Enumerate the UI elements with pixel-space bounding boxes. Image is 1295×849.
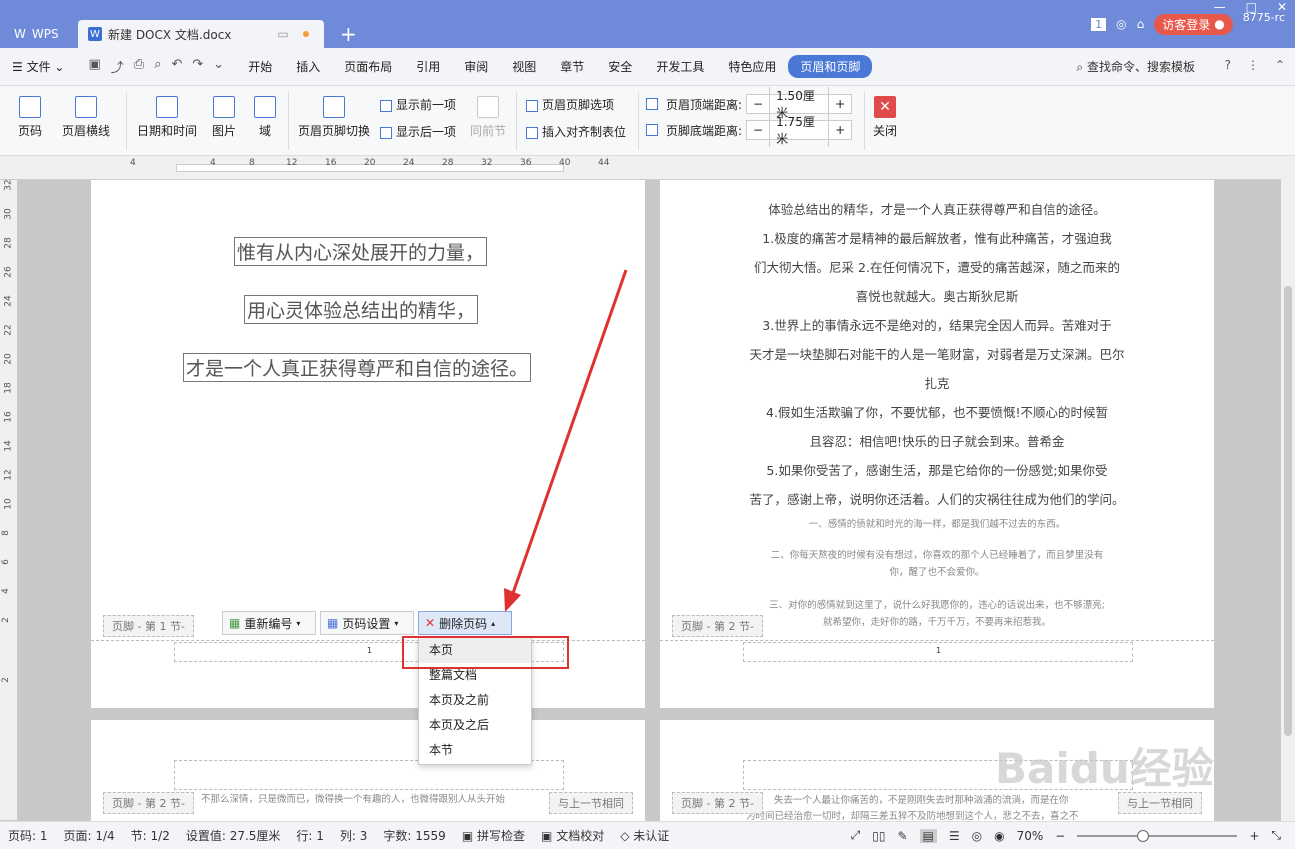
arrow-line [510,269,628,597]
zoom-slider[interactable] [1077,829,1238,842]
spell-check-button[interactable]: ▣ 拼写检查 [454,827,533,844]
proofread-icon: ▣ [541,829,553,843]
read-mode-icon[interactable]: ▯▯ [872,829,885,843]
status-col: 列: 3 [339,829,368,843]
status-bar: 页码: 1 页面: 1/4 节: 1/2 设置值: 27.5厘米 行: 1 列:… [0,821,1295,849]
outline-icon[interactable]: ☰ [949,829,960,843]
annotation-arrow [504,269,628,612]
status-section[interactable]: 节: 1/2 [123,827,178,844]
status-setting[interactable]: 设置值: 27.5厘米 [178,827,289,844]
proofread-label: 文档校对 [556,829,605,843]
auth-button[interactable]: ◇ 未认证 [612,827,677,844]
page-view-icon[interactable]: ▤ [919,828,937,843]
baidu-watermark: Baidu经验 [995,744,1214,793]
spell-check-icon: ▣ [461,829,474,843]
status-pages[interactable]: 页面: 1/4 [56,827,123,844]
zoom-in-button[interactable]: + [1249,829,1259,843]
edit-icon[interactable]: ✎ [897,829,907,843]
zoom-level[interactable]: 70% [1017,829,1044,843]
fullscreen-icon[interactable]: ⤢ [851,828,861,843]
web-view-icon[interactable]: ◎ [972,829,982,843]
zoom-out-button[interactable]: − [1055,829,1065,843]
status-row: 行: 1 [296,829,324,843]
fit-page-icon[interactable]: ⤡ [1271,828,1281,843]
arrow-head [504,588,521,612]
zoom-slider-handle[interactable] [1137,829,1150,842]
status-page[interactable]: 页码: 1 [0,827,56,844]
status-words[interactable]: 字数: 1559 [375,827,453,844]
shield-icon: ◇ [620,829,630,843]
scroll-thumb[interactable] [1284,286,1292,736]
spell-check-label: 拼写检查 [477,829,526,843]
proofread-button[interactable]: ▣ 文档校对 [533,827,612,844]
eye-icon[interactable]: ◉ [994,829,1004,843]
auth-label: 未认证 [633,829,670,843]
vertical-scrollbar[interactable] [1281,156,1295,821]
